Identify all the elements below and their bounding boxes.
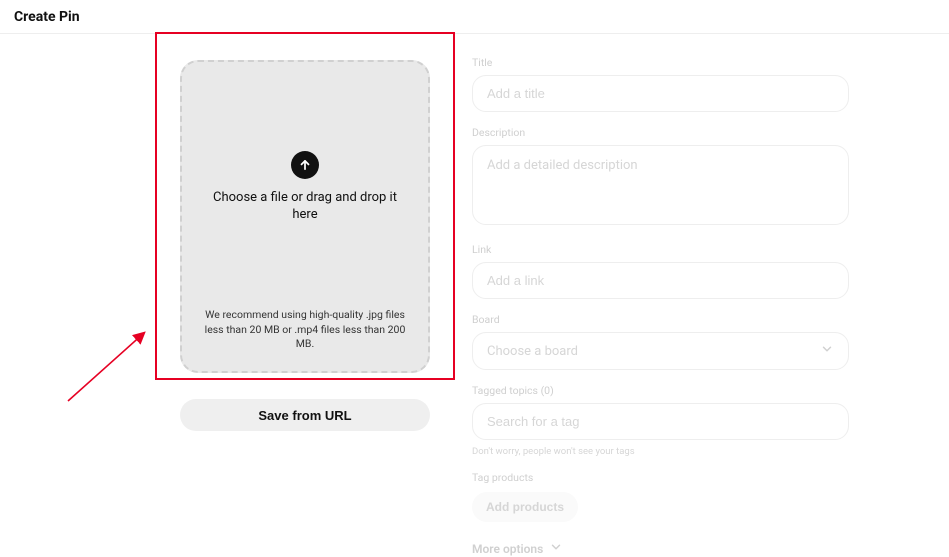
link-label: Link xyxy=(472,243,849,256)
description-input[interactable] xyxy=(472,145,849,225)
chevron-down-icon xyxy=(820,342,834,360)
page-title: Create Pin xyxy=(14,9,80,25)
upload-dropzone[interactable]: Choose a file or drag and drop it here W… xyxy=(180,60,430,373)
left-column: Choose a file or drag and drop it here W… xyxy=(12,34,448,557)
upload-hint-text: We recommend using high-quality .jpg fil… xyxy=(196,308,414,355)
add-products-button[interactable]: Add products xyxy=(472,492,578,522)
link-input[interactable] xyxy=(472,262,849,299)
tagged-topics-field: Tagged topics (0) Don't worry, people wo… xyxy=(472,384,849,457)
more-options-label: More options xyxy=(472,542,543,556)
board-label: Board xyxy=(472,313,849,326)
tagged-topics-helper: Don't worry, people won't see your tags xyxy=(472,446,849,457)
main-content: Choose a file or drag and drop it here W… xyxy=(0,34,949,557)
board-field: Board Choose a board xyxy=(472,313,849,370)
upload-instruction-text: Choose a file or drag and drop it here xyxy=(205,189,405,224)
board-select[interactable]: Choose a board xyxy=(472,332,849,370)
tag-products-label: Tag products xyxy=(472,471,849,484)
upload-center: Choose a file or drag and drop it here xyxy=(205,78,405,308)
chevron-down-icon xyxy=(549,540,563,557)
title-field: Title xyxy=(472,56,849,112)
title-input[interactable] xyxy=(472,75,849,112)
tag-products-field: Tag products Add products xyxy=(472,471,849,522)
description-field: Description xyxy=(472,126,849,229)
more-options-toggle[interactable]: More options xyxy=(472,540,849,557)
board-select-placeholder: Choose a board xyxy=(487,344,578,359)
top-bar: Create Pin xyxy=(0,0,949,34)
tagged-topics-label: Tagged topics (0) xyxy=(472,384,849,397)
description-label: Description xyxy=(472,126,849,139)
upload-arrow-icon xyxy=(291,151,319,179)
annotation-arrow xyxy=(60,319,160,409)
title-label: Title xyxy=(472,56,849,69)
save-from-url-button[interactable]: Save from URL xyxy=(180,399,430,431)
right-column: Title Description Link Board Choose a bo… xyxy=(448,34,937,557)
link-field: Link xyxy=(472,243,849,299)
tagged-topics-input[interactable] xyxy=(472,403,849,440)
